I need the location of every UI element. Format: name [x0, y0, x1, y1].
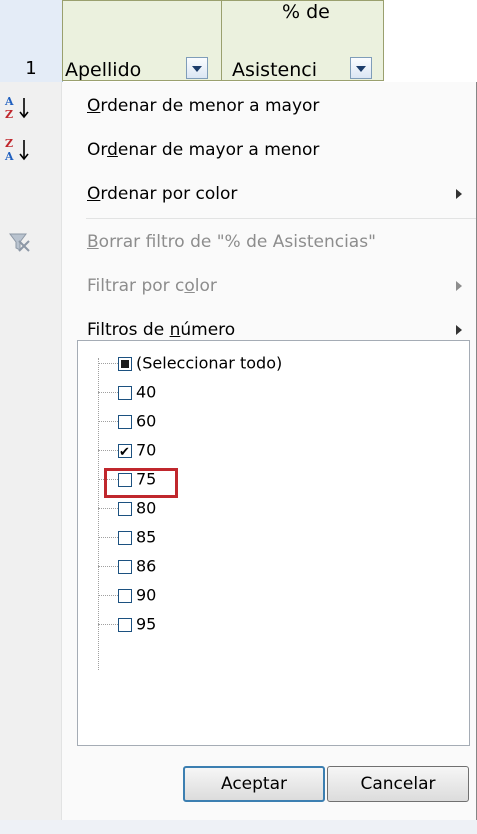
filter-by-color-label: Filtrar por color [87, 276, 217, 296]
checklist-item[interactable]: 70 [98, 438, 157, 465]
svg-text:A: A [4, 95, 14, 108]
submenu-arrow-icon [456, 281, 462, 291]
row-number[interactable]: 1 [0, 56, 62, 82]
menu-item-filter-by-color: Filtrar por color [62, 268, 476, 304]
checklist-item[interactable]: 90 [98, 583, 156, 607]
highlighted-selection-box [104, 468, 178, 498]
svg-text:A: A [4, 150, 14, 163]
number-filters-label: Filtros de número [87, 320, 236, 340]
submenu-arrow-icon [456, 325, 462, 335]
filter-dropdown-button-apellido[interactable] [186, 57, 208, 79]
menu-separator [86, 218, 476, 219]
column-header-apellido[interactable]: Apellido [62, 0, 222, 81]
checklist-item[interactable]: 40 [98, 380, 156, 404]
checklist-item[interactable]: 60 [98, 409, 156, 433]
checklist-item-label: 85 [136, 527, 157, 547]
checkbox[interactable] [118, 414, 132, 429]
checkbox[interactable] [118, 501, 132, 516]
checkbox[interactable] [118, 588, 132, 603]
sort-ascending-icon: A Z [4, 94, 32, 124]
tree-branch-line [98, 537, 118, 538]
cancel-button[interactable]: Cancelar [327, 766, 469, 802]
checklist-item-label: 90 [136, 585, 157, 605]
ok-button[interactable]: Aceptar [183, 766, 325, 802]
tree-branch-line [98, 363, 118, 364]
values-checklist[interactable]: (Seleccionar todo)406070758085869095 [77, 340, 470, 746]
checklist-item-label: 86 [136, 556, 157, 576]
column-header-asistencia[interactable]: % de Asistenci [221, 0, 384, 81]
menu-item-sort-ascending[interactable]: Ordenar de menor a mayor [62, 88, 476, 124]
autofilter-menu: A Z Ordenar de menor a mayor Z A Ordenar… [0, 82, 477, 820]
checklist-item[interactable]: 85 [98, 525, 156, 549]
submenu-arrow-icon [456, 189, 462, 199]
clear-filter-label: Borrar filtro de "% de Asistencias" [87, 232, 376, 252]
column-b-label-line1: % de [282, 1, 330, 23]
tree-branch-line [98, 595, 118, 596]
checkbox[interactable] [118, 356, 132, 371]
sort-descending-icon: Z A [4, 136, 32, 166]
checkbox[interactable] [118, 530, 132, 545]
tree-branch-line [98, 566, 118, 567]
tree-branch-line [98, 450, 118, 451]
checklist-item-label: 95 [136, 614, 157, 634]
tree-branch-line [98, 392, 118, 393]
menu-icon-gutter [0, 82, 62, 820]
checklist-item-label: 60 [136, 411, 157, 431]
sort-descending-label: Ordenar de mayor a menor [87, 140, 320, 160]
checkbox[interactable] [118, 441, 132, 465]
filter-dropdown-button-asistencia[interactable] [350, 57, 372, 79]
checklist-item[interactable]: 80 [98, 496, 156, 520]
sort-ascending-label: Ordenar de menor a mayor [87, 96, 320, 116]
menu-item-clear-filter: Borrar filtro de "% de Asistencias" [62, 224, 476, 260]
checkbox[interactable] [118, 617, 132, 632]
tree-branch-line [98, 421, 118, 422]
checklist-item[interactable]: (Seleccionar todo) [98, 351, 282, 375]
svg-text:Z: Z [5, 137, 13, 150]
checkbox[interactable] [118, 385, 132, 400]
svg-text:Z: Z [5, 108, 13, 121]
clear-filter-icon [4, 228, 32, 258]
tree-branch-line [98, 508, 118, 509]
spreadsheet-header: 1 Apellido % de Asistenci [0, 0, 477, 82]
checklist-item[interactable]: 86 [98, 554, 156, 578]
checklist-item[interactable]: 95 [98, 612, 156, 636]
column-a-label: Apellido [65, 59, 142, 81]
checklist-item-label: 40 [136, 382, 157, 402]
checklist-item-label: (Seleccionar todo) [136, 353, 283, 373]
sheet-bottom-strip [0, 820, 477, 834]
sort-by-color-label: Ordenar por color [87, 184, 238, 204]
menu-item-sort-by-color[interactable]: Ordenar por color [62, 176, 476, 212]
tree-branch-line [98, 624, 118, 625]
checklist-item-label: 70 [136, 440, 157, 460]
checklist-item-label: 80 [136, 498, 157, 518]
menu-item-sort-descending[interactable]: Ordenar de mayor a menor [62, 132, 476, 168]
column-b-label-line2: Asistenci [232, 59, 317, 81]
row-header-column: 1 [0, 0, 63, 82]
checkbox[interactable] [118, 559, 132, 574]
